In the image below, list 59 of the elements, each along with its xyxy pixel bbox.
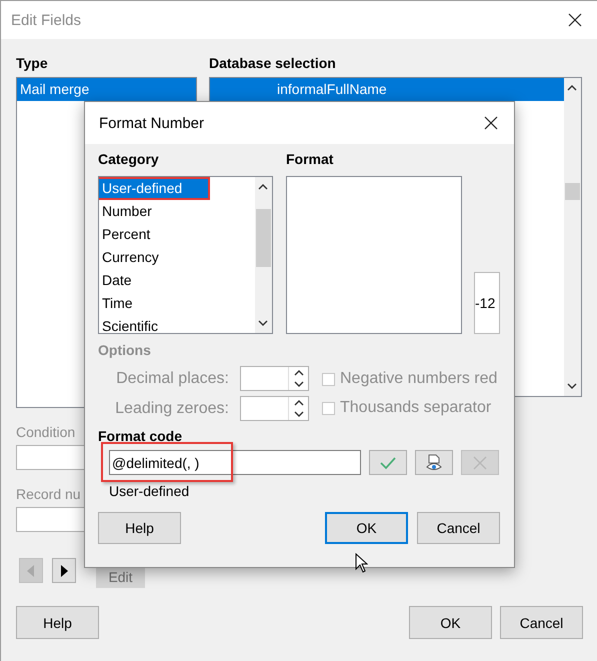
- type-label: Type: [16, 55, 49, 73]
- list-item[interactable]: Date: [99, 269, 255, 292]
- condition-label: Condition: [16, 424, 76, 440]
- format-code-field[interactable]: @delimited(, ): [109, 450, 361, 475]
- number-spinner[interactable]: [240, 396, 309, 421]
- chevron-down-icon: [567, 383, 577, 390]
- close-icon: [473, 456, 487, 470]
- checkbox-label: Negative numbers red: [340, 370, 498, 388]
- number-spinner[interactable]: [240, 366, 309, 391]
- triangle-right-icon: [60, 564, 68, 576]
- dialog-button[interactable]: Cancel: [417, 512, 500, 544]
- spinner-label: Decimal places:: [116, 370, 229, 388]
- checkbox-label: Thousands separator: [340, 399, 492, 417]
- chevron-down-icon: [294, 380, 304, 388]
- database-selection-label: Database selection: [209, 55, 337, 73]
- dialog-button[interactable]: OK: [409, 606, 492, 639]
- close-icon[interactable]: [484, 116, 498, 130]
- format-description: User-defined: [109, 483, 190, 499]
- comment-button[interactable]: [415, 450, 453, 475]
- record-number-label: Record nu: [16, 486, 81, 502]
- add-button[interactable]: [369, 450, 407, 475]
- list-item[interactable]: Scientific: [99, 315, 255, 333]
- category-label: Category: [98, 150, 160, 169]
- spinner-label: Leading zeroes:: [115, 400, 229, 418]
- next-button[interactable]: [52, 558, 76, 583]
- chevron-down-icon: [294, 410, 304, 418]
- scrollbar-thumb[interactable]: [256, 209, 271, 267]
- preview-text: -12: [475, 295, 496, 311]
- list-item[interactable]: informalFullName: [210, 78, 564, 101]
- scrollbar[interactable]: [255, 177, 272, 333]
- scrollbar-thumb[interactable]: [565, 183, 580, 200]
- format-label: Format: [286, 150, 334, 169]
- dialog-button[interactable]: OK: [325, 512, 408, 544]
- chevron-up-icon: [567, 84, 577, 91]
- eye-document-icon: [426, 454, 442, 472]
- list-item[interactable]: Mail merge: [17, 78, 196, 101]
- check-icon: [380, 456, 396, 470]
- list-item[interactable]: Percent: [99, 223, 255, 246]
- chevron-up-icon: [294, 399, 304, 406]
- list-item[interactable]: Currency: [99, 246, 255, 269]
- options-label: Options: [98, 342, 152, 358]
- help-button[interactable]: Help: [98, 512, 181, 544]
- window-title: Edit Fields: [11, 12, 82, 28]
- chevron-up-icon: [258, 183, 268, 190]
- chevron-down-icon: [258, 320, 268, 327]
- list-item[interactable]: Number: [99, 200, 255, 223]
- mouse-cursor-icon: [355, 553, 368, 573]
- list-item[interactable]: Time: [99, 292, 255, 315]
- close-icon[interactable]: [568, 13, 582, 27]
- list-item[interactable]: User-defined: [99, 177, 210, 200]
- scrollbar[interactable]: [564, 78, 581, 396]
- format-code-label: Format code: [98, 428, 184, 444]
- chevron-up-icon: [294, 369, 304, 376]
- format-list[interactable]: [286, 176, 462, 334]
- help-button[interactable]: Help: [16, 606, 99, 639]
- dialog-button[interactable]: Cancel: [500, 606, 583, 639]
- triangle-left-icon: [27, 564, 35, 576]
- dialog-title: Format Number: [99, 114, 204, 132]
- category-list[interactable]: User-defined Number Percent Currency Date Time Scientific: [98, 176, 273, 334]
